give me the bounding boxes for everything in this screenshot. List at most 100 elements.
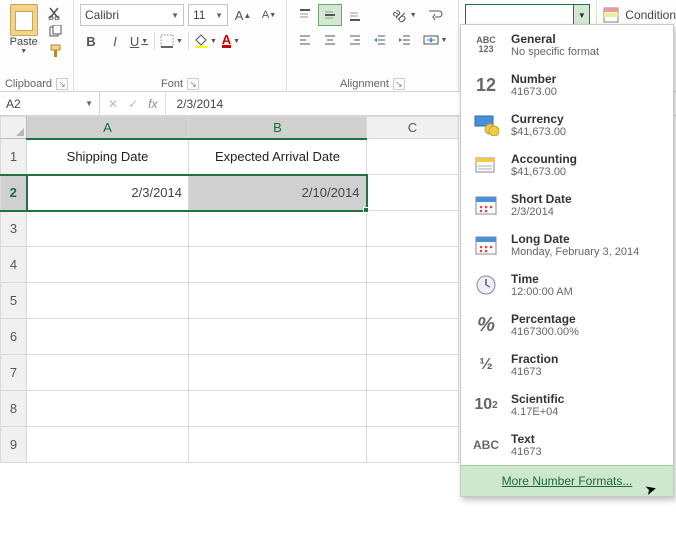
fill-color-button[interactable]: ▼ — [193, 30, 218, 52]
cell-C5[interactable] — [367, 283, 459, 319]
cell-B4[interactable] — [189, 247, 367, 283]
cell-B3[interactable] — [189, 211, 367, 247]
number-icon: 12 — [471, 71, 501, 99]
font-group: Calibri▼ 11▼ A▲ A▼ B I U▼ ▼ ▼ A▼ Font ↘ — [74, 0, 287, 92]
orientation-button[interactable]: ab▼ — [393, 4, 417, 26]
format-option-currency[interactable]: Currency$41,673.00 — [461, 105, 673, 145]
cell-A8[interactable] — [27, 391, 189, 427]
format-option-text[interactable]: ABC Text41673 — [461, 425, 673, 465]
decrease-indent-button[interactable] — [368, 29, 392, 51]
fill-handle[interactable] — [363, 207, 369, 213]
cell-B2[interactable]: 2/10/2014 — [189, 175, 367, 211]
cell-grid[interactable]: A B C 1 Shipping Date Expected Arrival D… — [0, 116, 459, 463]
font-launcher[interactable]: ↘ — [187, 78, 199, 90]
row-header-6[interactable]: 6 — [1, 319, 27, 355]
fx-icon[interactable]: fx — [148, 97, 157, 111]
row-header-4[interactable]: 4 — [1, 247, 27, 283]
decrease-font-button[interactable]: A▼ — [258, 4, 280, 26]
column-header-C[interactable]: C — [367, 117, 459, 139]
merge-center-button[interactable]: ▼ — [418, 29, 452, 51]
paste-button[interactable]: Paste ▼ — [4, 2, 43, 59]
enter-icon[interactable]: ✓ — [128, 97, 138, 111]
format-option-number[interactable]: 12 Number41673.00 — [461, 65, 673, 105]
align-bottom-button[interactable] — [343, 4, 367, 26]
cell-C1[interactable] — [367, 139, 459, 175]
cut-button[interactable] — [47, 5, 65, 21]
clipboard-label: Clipboard — [5, 78, 52, 90]
format-option-time[interactable]: Time12:00:00 AM — [461, 265, 673, 305]
align-right-button[interactable] — [343, 29, 367, 51]
name-box[interactable]: A2▼ — [0, 92, 100, 115]
formula-input[interactable]: 2/3/2014 — [166, 97, 233, 111]
cell-A9[interactable] — [27, 427, 189, 463]
format-option-general[interactable]: ABC123 GeneralNo specific format — [461, 25, 673, 65]
cell-B7[interactable] — [189, 355, 367, 391]
borders-button[interactable]: ▼ — [159, 30, 184, 52]
cursor-icon: ➤ — [643, 480, 659, 499]
row-header-8[interactable]: 8 — [1, 391, 27, 427]
cell-C3[interactable] — [367, 211, 459, 247]
format-option-accounting[interactable]: Accounting$41,673.00 — [461, 145, 673, 185]
cell-B6[interactable] — [189, 319, 367, 355]
row-header-3[interactable]: 3 — [1, 211, 27, 247]
align-top-button[interactable] — [293, 4, 317, 26]
format-option-percentage[interactable]: % Percentage4167300.00% — [461, 305, 673, 345]
increase-font-button[interactable]: A▲ — [232, 4, 254, 26]
calendar-icon — [471, 231, 501, 259]
row-header-2[interactable]: 2 — [1, 175, 27, 211]
align-left-button[interactable] — [293, 29, 317, 51]
general-icon: ABC123 — [471, 31, 501, 59]
cell-C7[interactable] — [367, 355, 459, 391]
align-center-button[interactable] — [318, 29, 342, 51]
format-option-shortdate[interactable]: Short Date2/3/2014 — [461, 185, 673, 225]
italic-button[interactable]: I — [104, 30, 126, 52]
font-color-button[interactable]: A▼ — [220, 30, 242, 52]
clipboard-group: Paste ▼ Clipboard ↘ — [0, 0, 74, 92]
copy-button[interactable] — [47, 24, 65, 40]
row-header-5[interactable]: 5 — [1, 283, 27, 319]
alignment-launcher[interactable]: ↘ — [393, 78, 405, 90]
cell-B5[interactable] — [189, 283, 367, 319]
format-option-scientific[interactable]: 102 Scientific4.17E+04 — [461, 385, 673, 425]
cell-A3[interactable] — [27, 211, 189, 247]
font-label: Font — [161, 78, 183, 90]
calendar-icon — [471, 191, 501, 219]
clipboard-launcher[interactable]: ↘ — [56, 78, 68, 90]
number-format-dropdown-icon[interactable]: ▼ — [573, 5, 589, 25]
cell-A6[interactable] — [27, 319, 189, 355]
cell-B8[interactable] — [189, 391, 367, 427]
format-painter-button[interactable] — [47, 43, 65, 59]
cell-C8[interactable] — [367, 391, 459, 427]
cell-C9[interactable] — [367, 427, 459, 463]
font-size-combo[interactable]: 11▼ — [188, 4, 228, 26]
font-name-combo[interactable]: Calibri▼ — [80, 4, 184, 26]
cell-A2[interactable]: 2/3/2014 — [27, 175, 189, 211]
align-middle-button[interactable] — [318, 4, 342, 26]
cell-C6[interactable] — [367, 319, 459, 355]
cell-B9[interactable] — [189, 427, 367, 463]
column-header-B[interactable]: B — [189, 117, 367, 139]
format-option-longdate[interactable]: Long DateMonday, February 3, 2014 — [461, 225, 673, 265]
conditional-formatting-button[interactable]: Condition — [603, 4, 676, 26]
cell-A4[interactable] — [27, 247, 189, 283]
cell-B1[interactable]: Expected Arrival Date — [189, 139, 367, 175]
cell-C4[interactable] — [367, 247, 459, 283]
cell-A1[interactable]: Shipping Date — [27, 139, 189, 175]
row-header-9[interactable]: 9 — [1, 427, 27, 463]
cell-C2[interactable] — [367, 175, 459, 211]
alignment-group: ab▼ ▼ Alignment↘ — [287, 0, 459, 92]
row-header-7[interactable]: 7 — [1, 355, 27, 391]
more-number-formats-button[interactable]: More Number Formats... ➤ — [461, 465, 673, 496]
cell-A5[interactable] — [27, 283, 189, 319]
cell-A7[interactable] — [27, 355, 189, 391]
increase-indent-button[interactable] — [393, 29, 417, 51]
cancel-icon[interactable]: ✕ — [108, 97, 118, 111]
wrap-text-button[interactable] — [418, 4, 452, 26]
row-header-1[interactable]: 1 — [1, 139, 27, 175]
select-all-corner[interactable] — [1, 117, 27, 139]
bold-button[interactable]: B — [80, 30, 102, 52]
number-format-combo[interactable]: ▼ — [465, 4, 590, 26]
underline-button[interactable]: U▼ — [128, 30, 150, 52]
format-option-fraction[interactable]: ½ Fraction41673 — [461, 345, 673, 385]
column-header-A[interactable]: A — [27, 117, 189, 139]
